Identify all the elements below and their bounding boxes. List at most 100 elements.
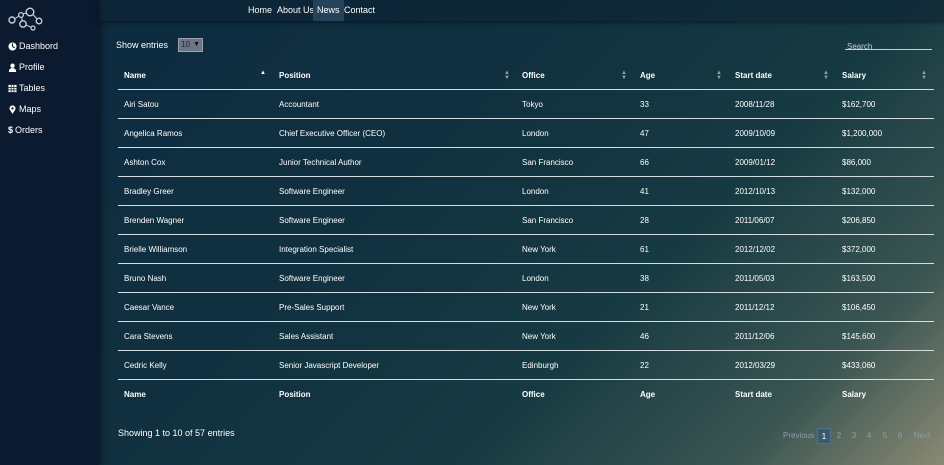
search-input[interactable] (845, 40, 932, 53)
cell-start-date: 2012/12/02 (735, 244, 776, 254)
sidebar-item-maps[interactable]: Maps (8, 104, 41, 114)
cell-salary: $1,200,000 (842, 128, 883, 138)
sort-icon[interactable]: ▲ ▼ (621, 70, 627, 81)
table-header-row: Name Position Office Age Start date Sala… (118, 62, 934, 90)
page-button-4[interactable]: 4 (864, 428, 874, 444)
column-footer-name: Name (124, 390, 146, 399)
show-entries-control: Show entries 10 ▼ (116, 38, 204, 52)
sidebar-item-dashboard[interactable]: Dashbord (8, 41, 58, 51)
table-row: Brielle Williamson Integration Specialist… (118, 235, 934, 264)
cell-position: Integration Specialist (279, 244, 354, 254)
table-row: Caesar Vance Pre-Sales Support New York 21 2… (118, 293, 934, 322)
page-button-1[interactable]: 1 (817, 428, 831, 444)
cell-name: Ashton Cox (124, 157, 166, 167)
cell-age: 22 (640, 360, 649, 370)
column-header-start-date[interactable]: Start date (735, 62, 772, 89)
cell-office: London (522, 128, 549, 138)
cell-age: 46 (640, 331, 649, 341)
column-header-salary[interactable]: Salary (842, 62, 866, 89)
sidebar-item-tables[interactable]: Tables (8, 83, 45, 93)
cell-start-date: 2011/06/07 (735, 215, 775, 225)
sidebar-item-orders[interactable]: $ Orders (8, 125, 43, 135)
cell-age: 61 (640, 244, 649, 254)
entries-select[interactable]: 10 ▼ (178, 38, 204, 52)
nav-link-contact[interactable]: Contact (340, 0, 379, 21)
cell-name: Airi Satou (124, 99, 159, 109)
cell-position: Pre-Sales Support (279, 302, 345, 312)
cell-start-date: 2011/05/03 (735, 273, 775, 283)
cell-start-date: 2012/10/13 (735, 186, 776, 196)
nav-link-home[interactable]: Home (244, 0, 276, 21)
cell-position: Software Engineer (279, 186, 345, 196)
page-button-2[interactable]: 2 (834, 428, 844, 444)
cell-name: Cedric Kelly (124, 360, 167, 370)
cell-office: New York (522, 244, 556, 254)
cell-salary: $372,000 (842, 244, 876, 254)
cell-position: Senior Javascript Developer (279, 360, 380, 370)
cell-name: Angelica Ramos (124, 128, 183, 138)
column-header-position[interactable]: Position (279, 62, 311, 89)
dollar-icon: $ (8, 125, 14, 135)
cell-office: San Francisco (522, 157, 574, 167)
cell-salary: $145,600 (842, 331, 876, 341)
cell-salary: $162,700 (842, 99, 876, 109)
cell-age: 33 (640, 99, 649, 109)
table-row: Ashton Cox Junior Technical Author San Fra… (118, 148, 934, 177)
cell-name: Brenden Wagner (124, 215, 185, 225)
column-footer-salary: Salary (842, 390, 867, 399)
cell-salary: $86,000 (842, 157, 871, 167)
previous-page-button[interactable]: Previous (783, 428, 814, 444)
table-row: Bruno Nash Software Engineer London 38 2011/… (118, 264, 934, 293)
cell-salary: $163,500 (842, 273, 876, 283)
dashboard-icon (8, 41, 17, 51)
page-button-5[interactable]: 5 (880, 428, 890, 444)
entries-select-value: 10 (181, 40, 190, 49)
page-button-6[interactable]: 6 (895, 428, 905, 444)
column-footer-office: Office (522, 390, 545, 399)
cell-name: Cara Stevens (124, 331, 173, 341)
cell-start-date: 2011/12/06 (735, 331, 775, 341)
cell-office: New York (522, 302, 556, 312)
cell-position: Junior Technical Author (279, 157, 362, 167)
cell-start-date: 2012/03/29 (735, 360, 776, 370)
cell-age: 38 (640, 273, 649, 283)
column-header-name[interactable]: Name (124, 62, 146, 89)
table-info: Showing 1 to 10 of 57 entries (118, 428, 235, 438)
table-row: Airi Satou Accountant Tokyo 33 2008/11/28 $16… (118, 90, 934, 119)
cell-start-date: 2008/11/28 (735, 99, 775, 109)
table-row: Cara Stevens Sales Assistant New York 46 201… (118, 322, 934, 351)
cell-age: 47 (640, 128, 649, 138)
user-icon (8, 63, 17, 72)
cell-age: 28 (640, 215, 649, 225)
cell-position: Sales Assistant (279, 331, 334, 341)
sidebar-item-profile[interactable]: Profile (8, 62, 45, 72)
sidebar-item-label: Tables (19, 83, 46, 93)
page-button-3[interactable]: 3 (849, 428, 859, 444)
search-box (845, 36, 932, 53)
sidebar: Dashbord Profile Tables Maps $ Orders (0, 0, 99, 465)
column-header-office[interactable]: Office (522, 62, 545, 89)
cell-position: Accountant (279, 99, 320, 109)
logo-icon (8, 7, 43, 31)
column-header-age[interactable]: Age (640, 62, 655, 89)
sort-icon[interactable]: ▲ ▼ (504, 70, 510, 81)
sidebar-item-label: Profile (19, 62, 45, 72)
nav-link-about-us[interactable]: About Us (273, 0, 318, 21)
cell-position: Chief Executive Officer (CEO) (279, 128, 386, 138)
cell-age: 21 (640, 302, 649, 312)
sort-icon[interactable]: ▲ ▼ (921, 70, 927, 81)
column-footer-start-date: Start date (735, 390, 772, 399)
sort-icon[interactable]: ▲ ▼ (716, 70, 722, 81)
cell-name: Brielle Williamson (124, 244, 188, 254)
cell-age: 66 (640, 157, 649, 167)
sort-ascending-icon[interactable]: ▲ (260, 70, 266, 76)
sort-icon[interactable]: ▲ ▼ (823, 70, 829, 81)
table-row: Bradley Greer Software Engineer London 41 20… (118, 177, 934, 206)
table-row: Brenden Wagner Software Engineer San Franc… (118, 206, 934, 235)
cell-start-date: 2009/01/12 (735, 157, 776, 167)
table-footer-row: Name Position Office Age Start date Sala… (118, 380, 934, 409)
nav-link-news[interactable]: News (313, 0, 344, 21)
next-page-button[interactable]: Next (912, 428, 932, 444)
cell-age: 41 (640, 186, 649, 196)
cell-position: Software Engineer (279, 273, 345, 283)
